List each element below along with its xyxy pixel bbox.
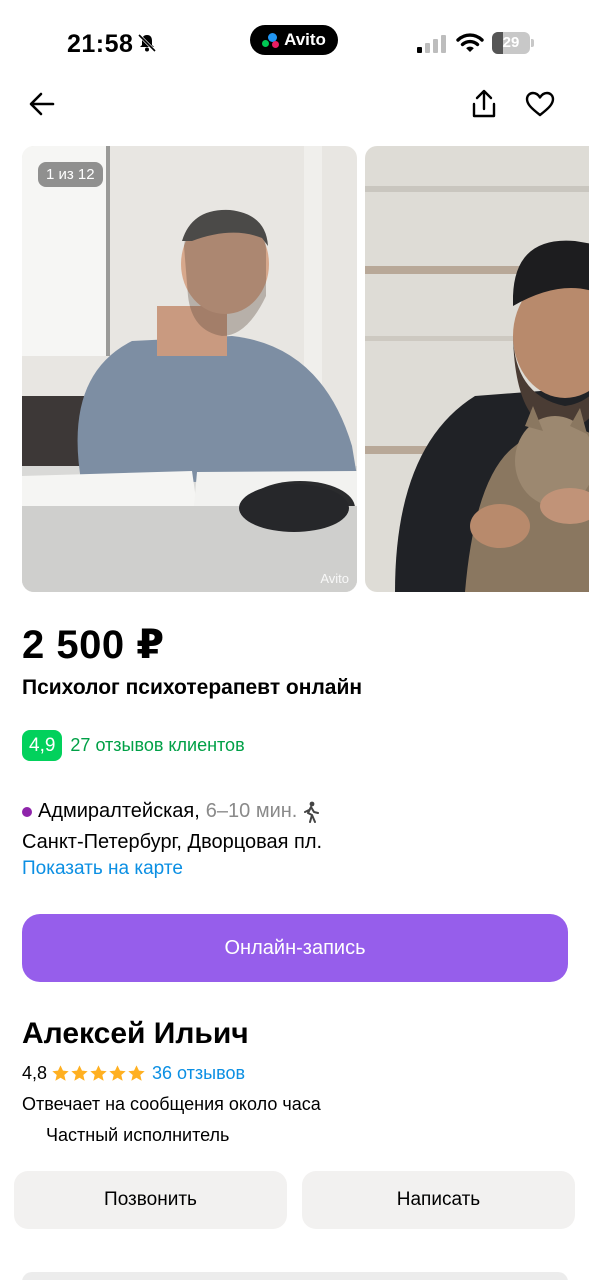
show-on-map-link[interactable]: Показать на карте — [22, 858, 183, 880]
listing-photo-2 — [365, 146, 589, 592]
gallery-photo[interactable]: 1 из 12 Avito — [22, 146, 357, 592]
photo-gallery[interactable]: 1 из 12 Avito — [22, 146, 589, 592]
rating-stars — [51, 1064, 146, 1083]
status-time: 21:58 — [67, 30, 134, 58]
write-button[interactable]: Написать — [302, 1171, 575, 1229]
battery-level: 29 — [502, 34, 520, 51]
cellular-signal-icon — [417, 35, 446, 53]
online-booking-button[interactable]: Онлайн-запись — [22, 914, 568, 982]
island-app-name: Avito — [284, 30, 326, 49]
arrow-left-icon — [29, 92, 55, 116]
metro-info: Адмиралтейская, 6–10 мин. — [22, 800, 321, 823]
wifi-icon — [456, 33, 484, 52]
listing-rating-row[interactable]: 4,9 27 отзывов клиентов — [22, 730, 245, 761]
battery-indicator: 29 — [492, 32, 534, 54]
share-button[interactable] — [464, 84, 504, 124]
rating-badge: 4,9 — [22, 730, 63, 761]
seller-type: Частный исполнитель — [46, 1125, 230, 1145]
reviews-link[interactable]: 27 отзывов клиентов — [70, 735, 244, 756]
bell-off-icon — [137, 33, 157, 53]
seller-reviews-link[interactable]: 36 отзывов — [152, 1063, 245, 1084]
seller-rating-row[interactable]: 4,8 36 отзывов — [22, 1063, 245, 1084]
listing-title: Психолог психотерапевт онлайн — [22, 676, 363, 699]
dynamic-island: Avito — [250, 25, 338, 55]
avito-watermark: Avito — [320, 571, 349, 586]
listing-photo-1 — [22, 146, 357, 592]
seller-name[interactable]: Алексей Ильич — [22, 1017, 249, 1051]
call-button[interactable]: Позвонить — [14, 1171, 287, 1229]
address: Санкт-Петербург, Дворцовая пл. — [22, 831, 323, 853]
reply-time: Отвечает на сообщения около часа — [22, 1094, 321, 1114]
gallery-photo[interactable] — [365, 146, 589, 592]
back-button[interactable] — [22, 84, 62, 124]
metro-station: Адмиралтейская, — [38, 800, 200, 822]
star-icon — [90, 1065, 107, 1081]
star-icon — [109, 1065, 126, 1081]
share-icon — [472, 89, 496, 118]
status-bar: 21:58 Avito 29 — [0, 0, 589, 80]
metro-time: 6–10 мин. — [205, 800, 298, 822]
star-icon — [52, 1065, 69, 1081]
avito-logo-icon — [262, 32, 280, 48]
heart-outline-icon — [525, 91, 555, 117]
listing-price: 2 500 ₽ — [22, 623, 165, 667]
metro-line-icon — [22, 806, 32, 817]
photo-counter: 1 из 12 — [38, 162, 103, 187]
star-icon — [71, 1065, 88, 1081]
star-icon — [128, 1065, 145, 1081]
seller-rating: 4,8 — [22, 1063, 48, 1083]
next-section-edge — [22, 1272, 568, 1280]
walking-icon — [304, 801, 320, 823]
favorite-button[interactable] — [520, 84, 560, 124]
